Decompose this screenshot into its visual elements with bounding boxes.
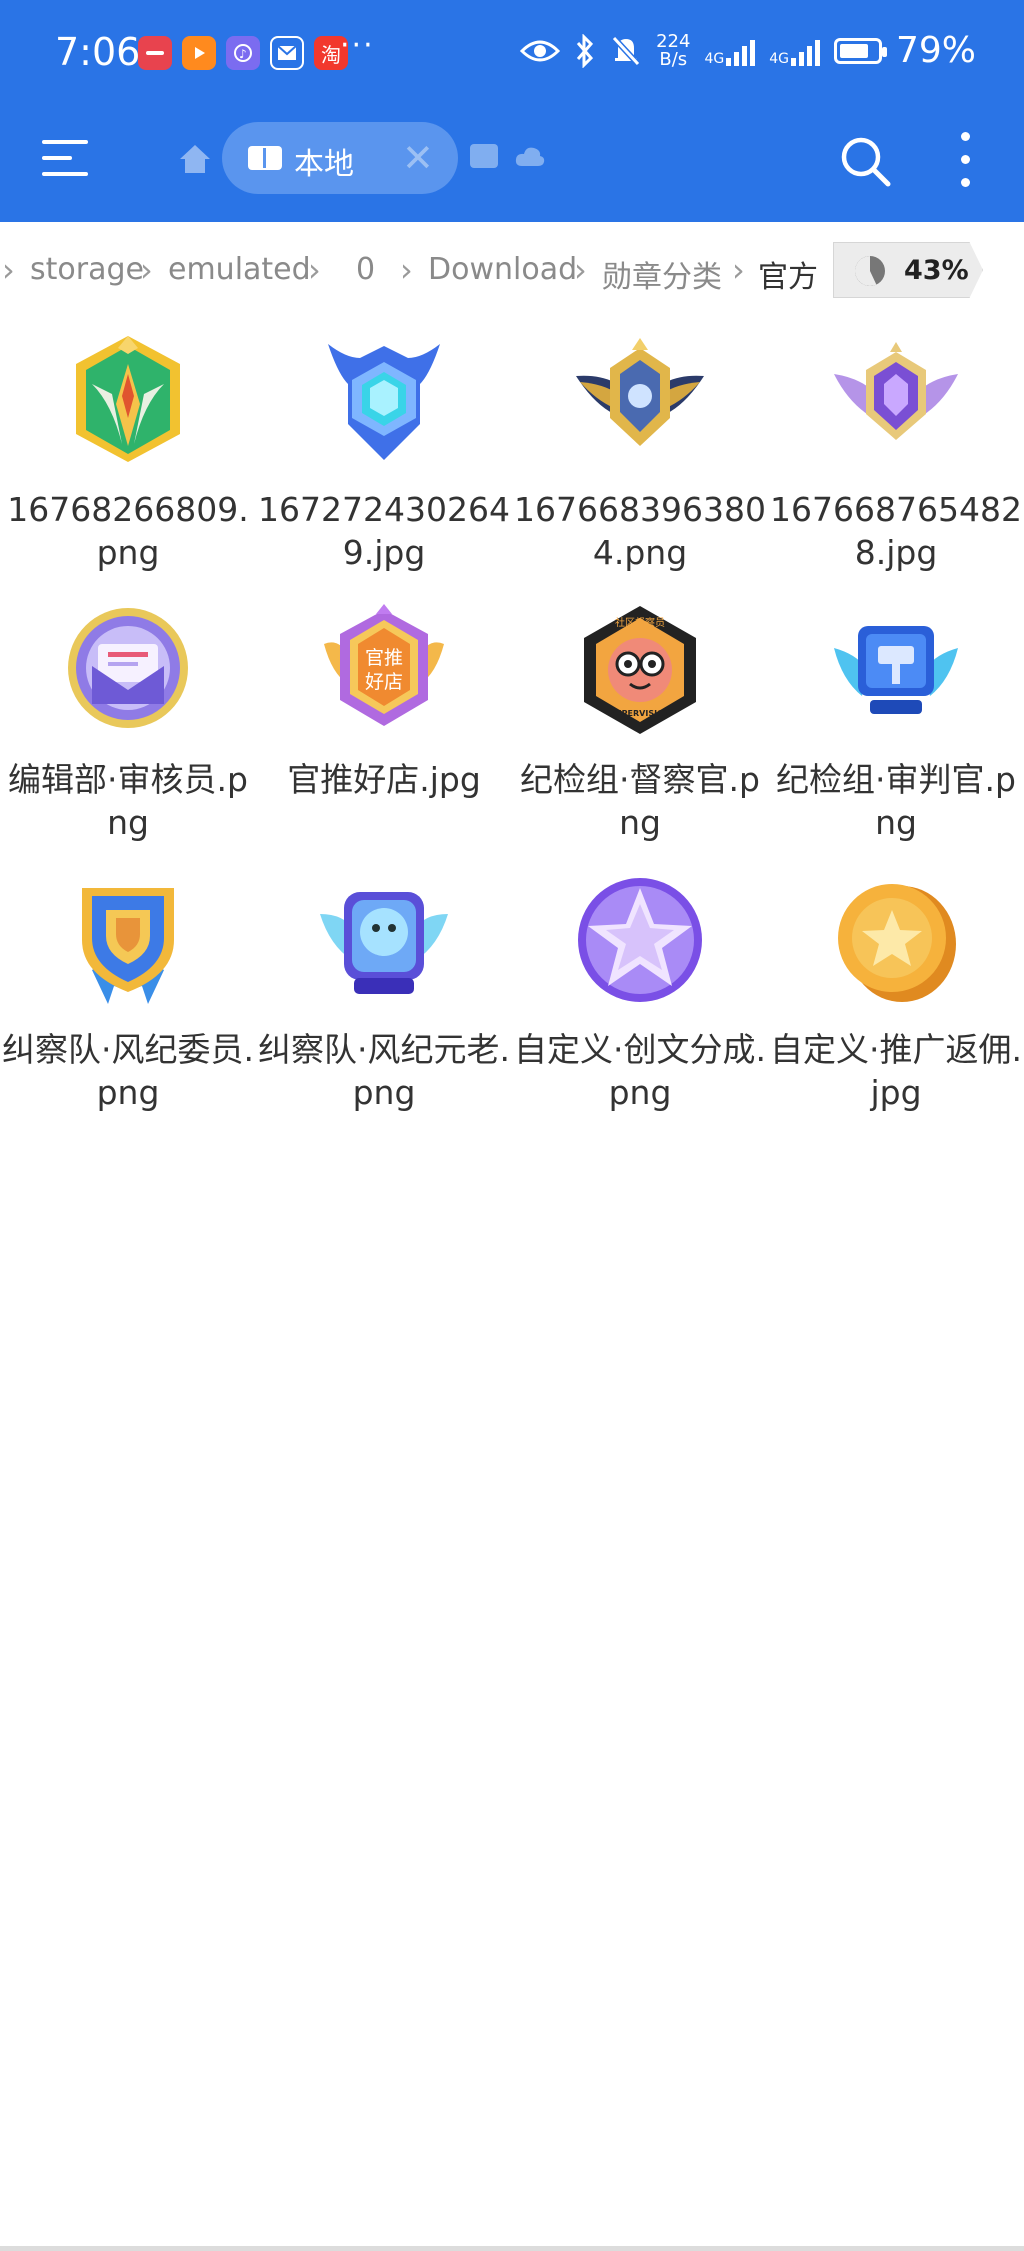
bottom-divider: [0, 2246, 1024, 2251]
svg-text:♪: ♪: [239, 47, 247, 61]
menu-button[interactable]: [42, 140, 92, 190]
chevron-right-icon: ›: [2, 251, 15, 289]
battery-icon: [833, 37, 887, 64]
gold-star-coin-icon: [838, 884, 956, 1002]
eye-icon: [520, 40, 561, 61]
bluetooth-icon: [576, 33, 594, 68]
chevron-right-icon: ›: [400, 251, 413, 289]
breadcrumb-emulated[interactable]: emulated: [168, 252, 311, 287]
green-gold-winged-badge-icon: [76, 336, 180, 462]
video-app-icon: [182, 36, 216, 70]
file-name: 1676683963804.png: [514, 490, 766, 572]
file-name: 16768266809.png: [7, 490, 249, 572]
huawei-app-icon: [138, 36, 172, 70]
shop-badge-text-line2: 好店: [365, 671, 403, 693]
file-name: 1672724302649.jpg: [258, 490, 510, 572]
file-name: 纠察队·风纪元老.png: [258, 1030, 510, 1112]
phone-storage-icon: [248, 146, 282, 170]
cloud-icon[interactable]: [514, 144, 546, 168]
file-item[interactable]: 社区督察员 SUPERVISION 纪检组·督察官.png: [512, 592, 768, 852]
tab-storage-icon[interactable]: [470, 144, 498, 168]
music-app-icon: ♪: [226, 36, 260, 70]
file-item[interactable]: 编辑部·审核员.png: [0, 592, 256, 852]
bell-muted-icon: [611, 35, 641, 66]
purple-crystal-winged-badge-icon: [834, 342, 958, 440]
file-item[interactable]: 纠察队·风纪委员.png: [0, 862, 256, 1122]
gold-winged-emblem-icon: [576, 338, 704, 446]
battery-percent: 79%: [895, 30, 976, 71]
breadcrumb-download[interactable]: Download: [428, 252, 577, 287]
badge-supervision-text: SUPERVISION: [609, 709, 670, 718]
file-name: 纠察队·风纪委员.png: [2, 1030, 254, 1112]
status-time: 7:06: [55, 30, 141, 74]
file-item[interactable]: 纠察队·风纪元老.png: [256, 862, 512, 1122]
file-item[interactable]: 16768266809.png: [0, 322, 256, 582]
file-item[interactable]: 官推 好店 官推好店.jpg: [256, 592, 512, 852]
file-name: 纪检组·督察官.png: [520, 760, 760, 842]
file-item[interactable]: 自定义·推广返佣.jpg: [768, 862, 1024, 1122]
badge-title-text: 社区督察员: [615, 616, 665, 629]
blue-hammer-badge-icon: [834, 626, 958, 714]
search-icon[interactable]: [838, 134, 892, 188]
file-item[interactable]: 1676683963804.png: [512, 322, 768, 582]
blue-dog-winged-badge-icon: [320, 892, 448, 994]
mail-app-icon: [270, 36, 304, 70]
app-bar: 本地 ✕: [0, 110, 1024, 222]
purple-envelope-badge-icon: [68, 608, 188, 728]
blue-crystal-horned-badge-icon: [328, 344, 440, 460]
more-notifications: ···: [340, 28, 375, 63]
purple-star-orb-icon: [578, 878, 702, 1002]
tab-local-label: 本地: [294, 147, 354, 182]
file-item[interactable]: 1676687654828.jpg: [768, 322, 1024, 582]
notification-icons: ♪ 淘: [138, 36, 348, 70]
breadcrumb: › storage › emulated › 0 › Download › 勋章…: [0, 238, 1024, 302]
breadcrumb-storage[interactable]: storage: [30, 252, 144, 287]
file-name: 纪检组·审判官.png: [776, 760, 1016, 842]
breadcrumb-badge-category[interactable]: 勋章分类: [602, 252, 722, 296]
signal-bars-icon: [726, 36, 756, 66]
file-name: 自定义·创文分成.png: [514, 1030, 766, 1112]
breadcrumb-0[interactable]: 0: [356, 252, 375, 287]
storage-usage-percent: 43%: [904, 255, 969, 286]
file-item[interactable]: 自定义·创文分成.png: [512, 862, 768, 1122]
tab-local[interactable]: 本地 ✕: [222, 122, 458, 194]
file-item[interactable]: 1672724302649.jpg: [256, 322, 512, 582]
pie-chart-icon: [855, 256, 885, 286]
gold-shield-ribbon-badge-icon: [82, 888, 174, 1004]
monkey-supervision-badge-icon: 社区督察员 SUPERVISION: [584, 606, 696, 734]
shop-badge-text-line1: 官推: [365, 647, 403, 669]
chevron-right-icon: ›: [732, 251, 745, 289]
signal-1: 4G: [704, 36, 756, 66]
chevron-right-icon: ›: [574, 251, 587, 289]
chevron-right-icon: ›: [308, 251, 321, 289]
file-name: 官推好店.jpg: [287, 760, 481, 799]
breadcrumb-official[interactable]: 官方: [758, 252, 818, 296]
file-name: 1676687654828.jpg: [770, 490, 1022, 572]
net-speed: 224 B/s: [656, 30, 691, 70]
storage-usage-button[interactable]: 43%: [833, 242, 983, 298]
home-icon[interactable]: [178, 142, 212, 176]
file-name: 编辑部·审核员.png: [8, 760, 248, 842]
signal-bars-icon: [790, 36, 820, 66]
chevron-right-icon: ›: [140, 251, 153, 289]
orange-hexagon-shop-badge-icon: 官推 好店: [324, 604, 444, 726]
signal-2: 4G: [769, 36, 820, 66]
more-options-icon[interactable]: [958, 132, 972, 192]
status-bar: 7:06 ♪ 淘 ··· 224 B/s 4G 4G 79%: [0, 0, 1024, 110]
file-item[interactable]: 纪检组·审判官.png: [768, 592, 1024, 852]
file-name: 自定义·推广返佣.jpg: [770, 1030, 1022, 1112]
close-tab-icon[interactable]: ✕: [402, 136, 434, 180]
